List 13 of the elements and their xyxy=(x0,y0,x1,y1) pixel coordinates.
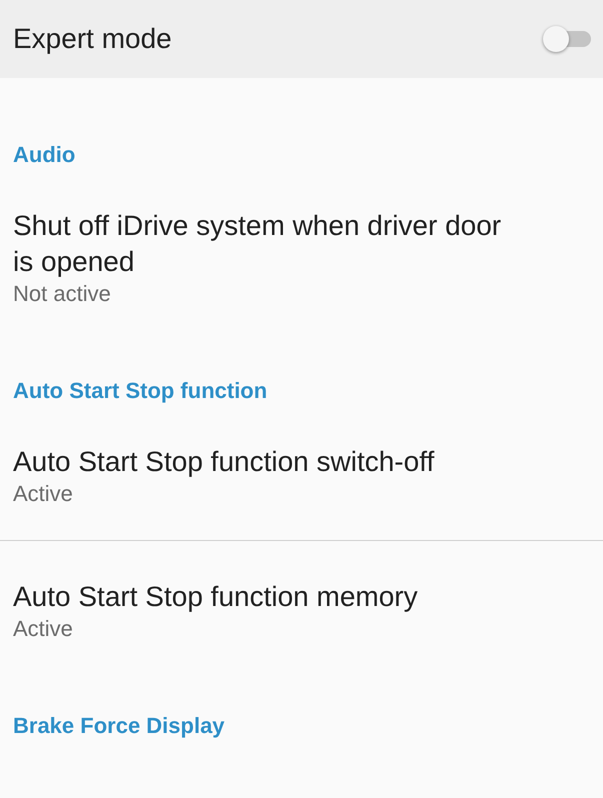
setting-status: Active xyxy=(13,615,73,643)
section-header: Audio xyxy=(13,141,76,169)
setting-status: Not active xyxy=(13,280,111,308)
setting-row[interactable]: Auto Start Stop function switch-off Active xyxy=(0,406,603,541)
setting-title: Shut off iDrive system when driver door is opened xyxy=(13,209,502,279)
setting-row[interactable]: Auto Start Stop function memory Active xyxy=(0,541,603,675)
section-header: Auto Start Stop function xyxy=(13,377,268,405)
header-title: Expert mode xyxy=(13,23,172,55)
setting-row[interactable]: Shut off iDrive system when driver door is opened Not active xyxy=(0,170,603,340)
setting-title: Auto Start Stop function memory xyxy=(13,580,419,614)
section-header: Brake Force Display xyxy=(13,712,225,740)
setting-status: Active xyxy=(13,480,73,508)
setting-title: Auto Start Stop function switch-off xyxy=(13,445,436,479)
